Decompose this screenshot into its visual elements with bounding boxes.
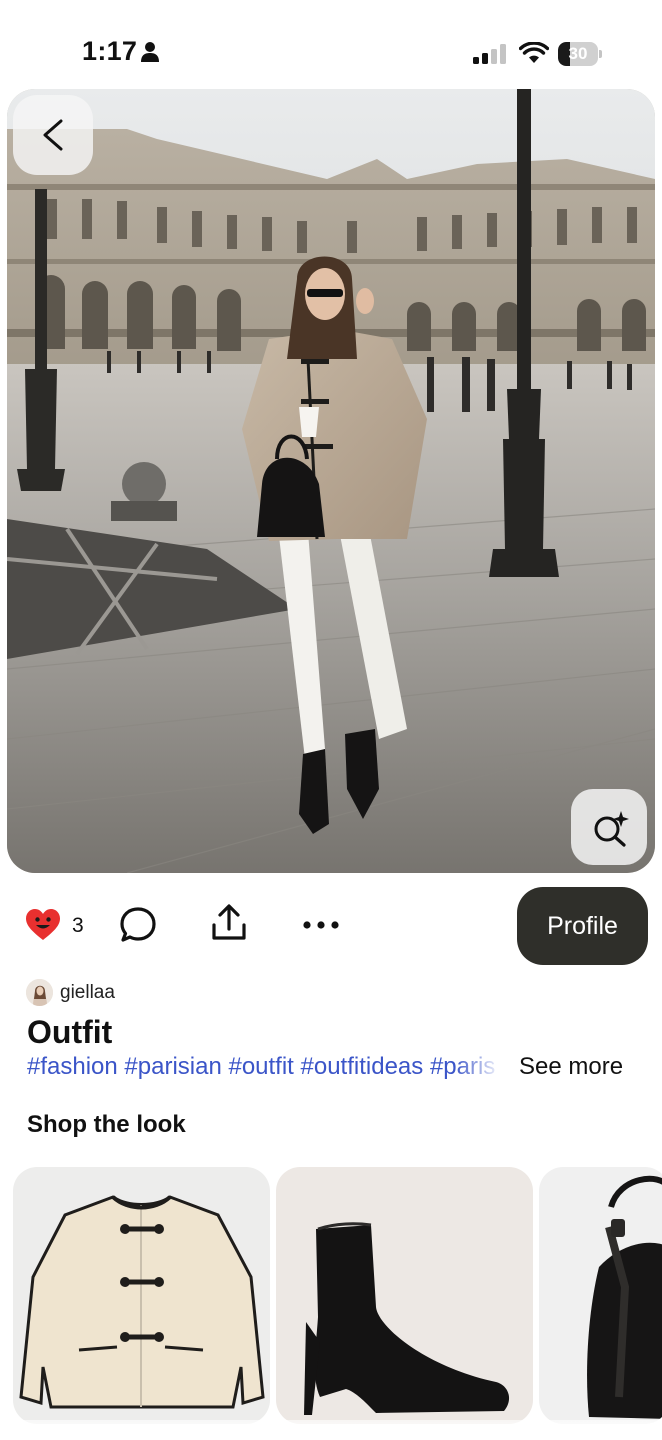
person-icon	[141, 42, 159, 62]
pin-title: Outfit	[27, 1014, 113, 1050]
pin-image[interactable]	[7, 89, 655, 873]
share-icon[interactable]	[209, 903, 249, 943]
profile-button[interactable]: Profile	[517, 887, 648, 965]
cellular-signal-icon	[473, 44, 506, 64]
jacket-product-image	[19, 1195, 265, 1409]
comment-icon[interactable]	[118, 905, 158, 945]
avatar-image	[26, 979, 53, 1006]
battery-percent: 30	[568, 44, 588, 63]
shop-the-look-heading: Shop the look	[27, 1111, 186, 1138]
see-more-link[interactable]: See more	[519, 1053, 623, 1081]
author-avatar[interactable]	[26, 979, 53, 1006]
bag-product-image	[587, 1175, 662, 1419]
more-options-icon[interactable]	[300, 915, 342, 935]
wifi-icon	[519, 42, 549, 63]
status-time: 1:17	[82, 36, 138, 66]
lens-sparkle-icon	[594, 811, 629, 847]
bottom-fade	[0, 1420, 662, 1440]
chevron-left-icon	[43, 119, 63, 151]
author-name[interactable]: giellaa	[60, 982, 115, 1004]
back-button[interactable]	[13, 95, 93, 175]
visual-search-button[interactable]	[571, 789, 647, 865]
heart-reaction-icon[interactable]	[25, 908, 61, 942]
battery-indicator: 30	[558, 42, 602, 66]
reaction-count: 3	[72, 914, 84, 937]
status-bar: 1:17 30	[0, 0, 662, 88]
boot-product-image	[304, 1222, 510, 1415]
pin-photo-scene	[7, 89, 655, 873]
product-card-jacket[interactable]	[13, 1167, 270, 1424]
product-card-boot[interactable]	[276, 1167, 533, 1424]
product-card-bag[interactable]	[539, 1167, 662, 1424]
hashtags[interactable]: #fashion #parisian #outfit #outfitideas …	[27, 1053, 502, 1081]
